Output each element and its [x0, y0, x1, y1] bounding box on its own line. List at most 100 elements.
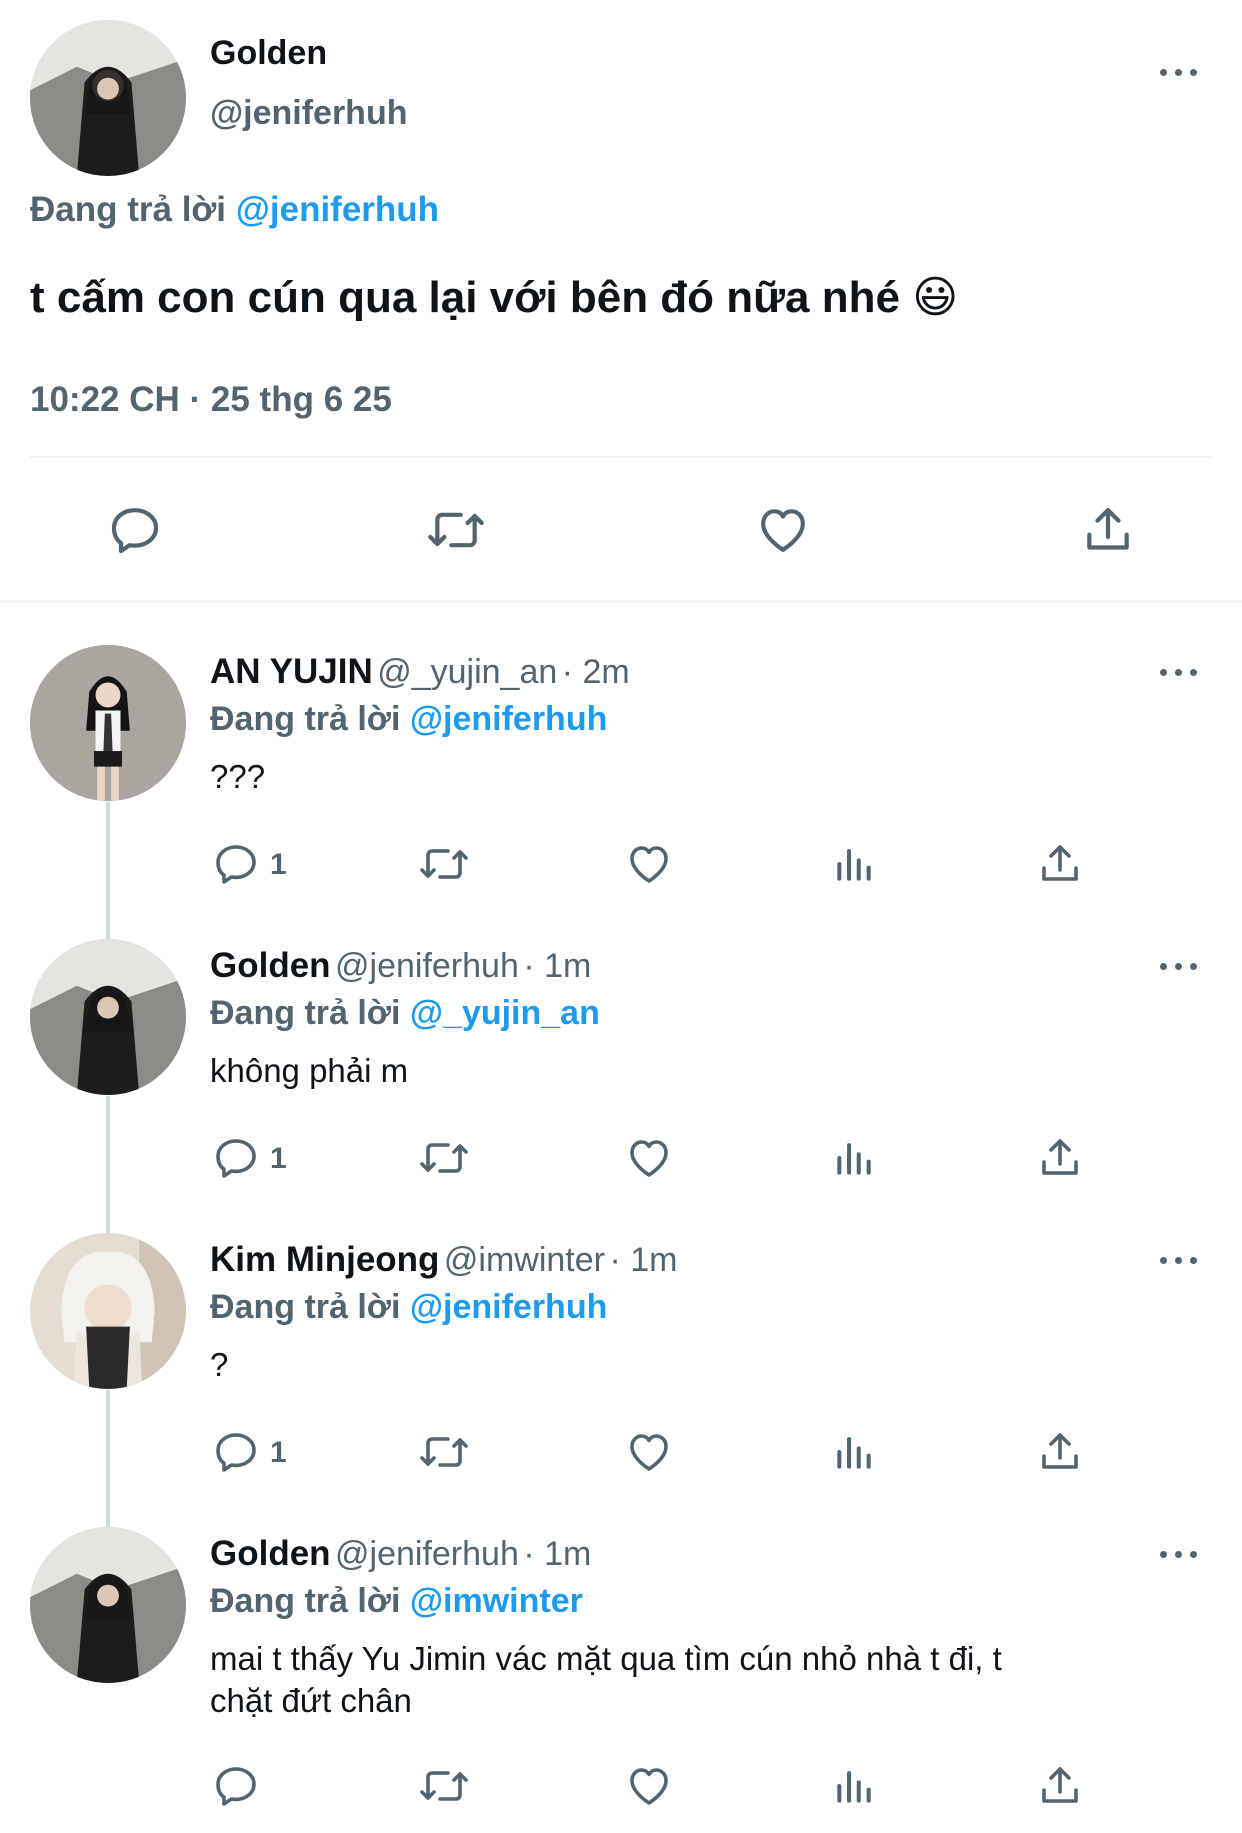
avatar[interactable] — [30, 645, 186, 801]
thread-line — [106, 1390, 110, 1540]
share-button[interactable] — [1036, 840, 1084, 888]
reply-text: mai t thấy Yu Jimin vác mặt qua tìm cún … — [210, 1638, 1210, 1722]
share-upload-icon — [1042, 1139, 1078, 1175]
reply-header: Kim Minjeong @imwinter · 1m — [210, 1240, 677, 1280]
like-button[interactable] — [624, 840, 674, 888]
replying-to-line: Đang trả lời @imwinter — [210, 1582, 583, 1621]
author-handle[interactable]: @_yujin_an — [377, 653, 557, 691]
divider — [30, 456, 1212, 458]
grinning-face-emoji: 😃 — [912, 273, 959, 322]
reply-text-line: chặt đứt chân — [210, 1682, 412, 1719]
retweet-button[interactable] — [416, 1762, 472, 1810]
bar-chart-icon — [837, 1771, 871, 1803]
reply-button[interactable] — [212, 1428, 260, 1476]
retweet-button[interactable] — [416, 1134, 472, 1182]
author-name[interactable]: Golden — [210, 1534, 331, 1573]
reply-count: 1 — [270, 848, 287, 881]
reply-header: Golden @jeniferhuh · 1m — [210, 946, 591, 986]
replying-to-line: Đang trả lời @jeniferhuh — [210, 1288, 607, 1327]
replying-prefix: Đang trả lời — [30, 190, 227, 229]
views-button[interactable] — [832, 1762, 876, 1810]
share-button[interactable] — [1036, 1762, 1084, 1810]
replying-to-link[interactable]: @jeniferhuh — [236, 190, 439, 229]
author-name[interactable]: Kim Minjeong — [210, 1240, 439, 1279]
replying-to-line: Đang trả lời @_yujin_an — [210, 994, 600, 1033]
speech-bubble-icon — [216, 845, 256, 884]
bar-chart-icon — [837, 1437, 871, 1469]
speech-bubble-icon — [216, 1139, 256, 1178]
reply-button[interactable] — [212, 1762, 260, 1810]
author-name[interactable]: Golden — [210, 946, 331, 985]
heart-icon — [761, 509, 805, 552]
retweet-arrows-icon — [420, 1771, 468, 1801]
retweet-arrows-icon — [420, 1143, 468, 1173]
retweet-button[interactable] — [416, 840, 472, 888]
author-handle[interactable]: @imwinter — [444, 1241, 605, 1279]
tweet-text-body: t cấm con cún qua lại với bên đó nữa nhé — [30, 273, 900, 322]
reply-count: 1 — [270, 1142, 287, 1175]
views-button[interactable] — [832, 840, 876, 888]
replying-to-line: Đang trả lời @jeniferhuh — [210, 700, 607, 739]
like-button[interactable] — [624, 1762, 674, 1810]
speech-bubble-icon — [111, 508, 159, 554]
more-dots-icon[interactable] — [1160, 666, 1200, 678]
avatar[interactable] — [30, 20, 186, 176]
author-name[interactable]: AN YUJIN — [210, 652, 373, 691]
reply-text: ? — [210, 1346, 229, 1383]
reply-time[interactable]: · 1m — [523, 1535, 591, 1573]
share-upload-icon — [1042, 1433, 1078, 1469]
more-dots-icon[interactable] — [1160, 1548, 1200, 1560]
reply-time[interactable]: · 1m — [523, 947, 591, 985]
replying-prefix: Đang trả lời — [210, 700, 401, 738]
replying-to-link[interactable]: @jeniferhuh — [410, 700, 608, 738]
views-button[interactable] — [832, 1134, 876, 1182]
section-divider — [0, 600, 1242, 603]
reply-button[interactable] — [212, 1134, 260, 1182]
heart-icon — [630, 1768, 668, 1805]
bar-chart-icon — [837, 1143, 871, 1175]
reply-button[interactable] — [212, 840, 260, 888]
share-upload-icon — [1042, 1767, 1078, 1803]
retweet-button[interactable] — [416, 1428, 472, 1476]
reply-text: ??? — [210, 758, 266, 795]
retweet-arrows-icon — [420, 849, 468, 879]
author-handle[interactable]: @jeniferhuh — [335, 947, 519, 985]
replying-to-link[interactable]: @_yujin_an — [410, 994, 600, 1032]
replying-prefix: Đang trả lời — [210, 1288, 401, 1326]
reply-text: không phải m — [210, 1052, 409, 1089]
replying-to-link[interactable]: @imwinter — [410, 1582, 583, 1620]
tweet-timestamp[interactable]: 10:22 CH · 25 thg 6 25 — [30, 380, 392, 420]
replying-prefix: Đang trả lời — [210, 994, 401, 1032]
share-upload-icon — [1042, 845, 1078, 881]
avatar[interactable] — [30, 1233, 186, 1389]
author-handle[interactable]: @jeniferhuh — [335, 1535, 519, 1573]
avatar[interactable] — [30, 1527, 186, 1683]
retweet-button[interactable] — [424, 502, 488, 558]
reply-time[interactable]: · 2m — [562, 653, 630, 691]
heart-icon — [630, 1434, 668, 1471]
more-dots-icon[interactable] — [1160, 66, 1200, 78]
reply-count: 1 — [270, 1436, 287, 1469]
replying-prefix: Đang trả lời — [210, 1582, 401, 1620]
reply-button[interactable] — [107, 502, 163, 558]
replying-to-link[interactable]: @jeniferhuh — [410, 1288, 608, 1326]
share-button[interactable] — [1036, 1428, 1084, 1476]
share-button[interactable] — [1080, 502, 1136, 558]
author-handle[interactable]: @jeniferhuh — [210, 94, 408, 133]
author-name[interactable]: Golden — [210, 34, 327, 73]
bar-chart-icon — [837, 849, 871, 881]
views-button[interactable] — [832, 1428, 876, 1476]
reply-text-line: mai t thấy Yu Jimin vác mặt qua tìm cún … — [210, 1640, 1002, 1677]
reply-time[interactable]: · 1m — [609, 1241, 677, 1279]
like-button[interactable] — [754, 502, 812, 558]
tweet-text: t cấm con cún qua lại với bên đó nữa nhé… — [30, 272, 958, 323]
like-button[interactable] — [624, 1428, 674, 1476]
like-button[interactable] — [624, 1134, 674, 1182]
more-dots-icon[interactable] — [1160, 960, 1200, 972]
avatar[interactable] — [30, 939, 186, 1095]
thread-line — [106, 1096, 110, 1246]
more-dots-icon[interactable] — [1160, 1254, 1200, 1266]
speech-bubble-icon — [216, 1767, 256, 1806]
thread-line — [106, 802, 110, 952]
share-button[interactable] — [1036, 1134, 1084, 1182]
